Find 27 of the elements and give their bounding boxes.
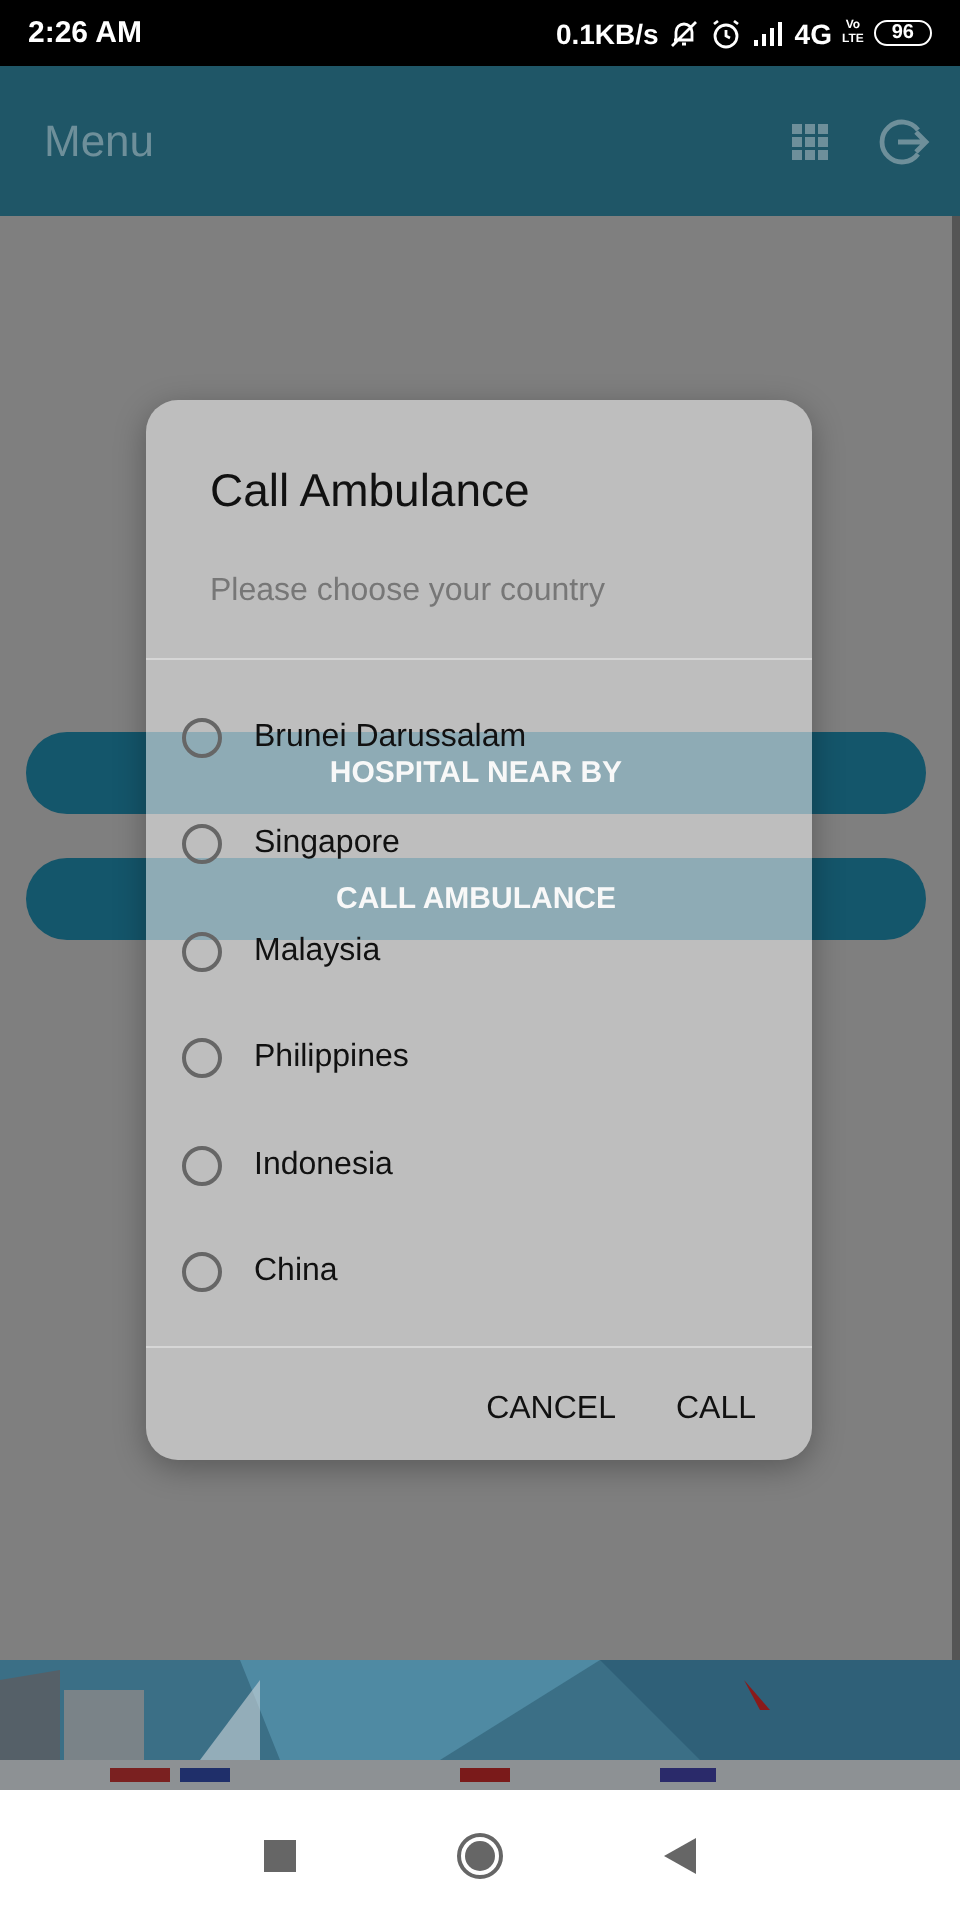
radio-button[interactable]: [182, 1145, 222, 1186]
dialog-title: Call Ambulance: [208, 462, 532, 518]
logout-icon[interactable]: [878, 115, 930, 167]
app-title: Menu: [44, 115, 157, 167]
signal-icon: [752, 21, 785, 45]
radio-button[interactable]: [182, 1038, 222, 1079]
country-option[interactable]: Philippines: [254, 1040, 409, 1077]
muted-bell-icon: [668, 17, 701, 49]
back-icon[interactable]: [664, 1837, 696, 1873]
country-option[interactable]: China: [254, 1254, 338, 1291]
grid-icon[interactable]: [790, 121, 830, 161]
network-speed: 0.1KB/s: [555, 17, 659, 49]
country-option[interactable]: Singapore: [254, 826, 400, 863]
radio-button[interactable]: [182, 931, 222, 972]
dialog-action-button[interactable]: CANCEL: [466, 1380, 636, 1440]
radio-button[interactable]: [182, 824, 222, 865]
clock-time: 2:26 AM: [28, 16, 142, 50]
radio-button[interactable]: [182, 1252, 222, 1293]
network-type: 4G: [794, 17, 832, 49]
alarm-clock-icon: [710, 17, 743, 49]
battery-level: 96: [873, 20, 932, 46]
home-icon[interactable]: [456, 1831, 504, 1879]
radio-button[interactable]: [182, 717, 222, 758]
dialog-subtitle: Please choose your country: [208, 572, 607, 610]
recents-icon[interactable]: [264, 1839, 296, 1871]
dialog-action-button[interactable]: CALL: [655, 1380, 776, 1440]
country-option[interactable]: Indonesia: [254, 1147, 393, 1184]
